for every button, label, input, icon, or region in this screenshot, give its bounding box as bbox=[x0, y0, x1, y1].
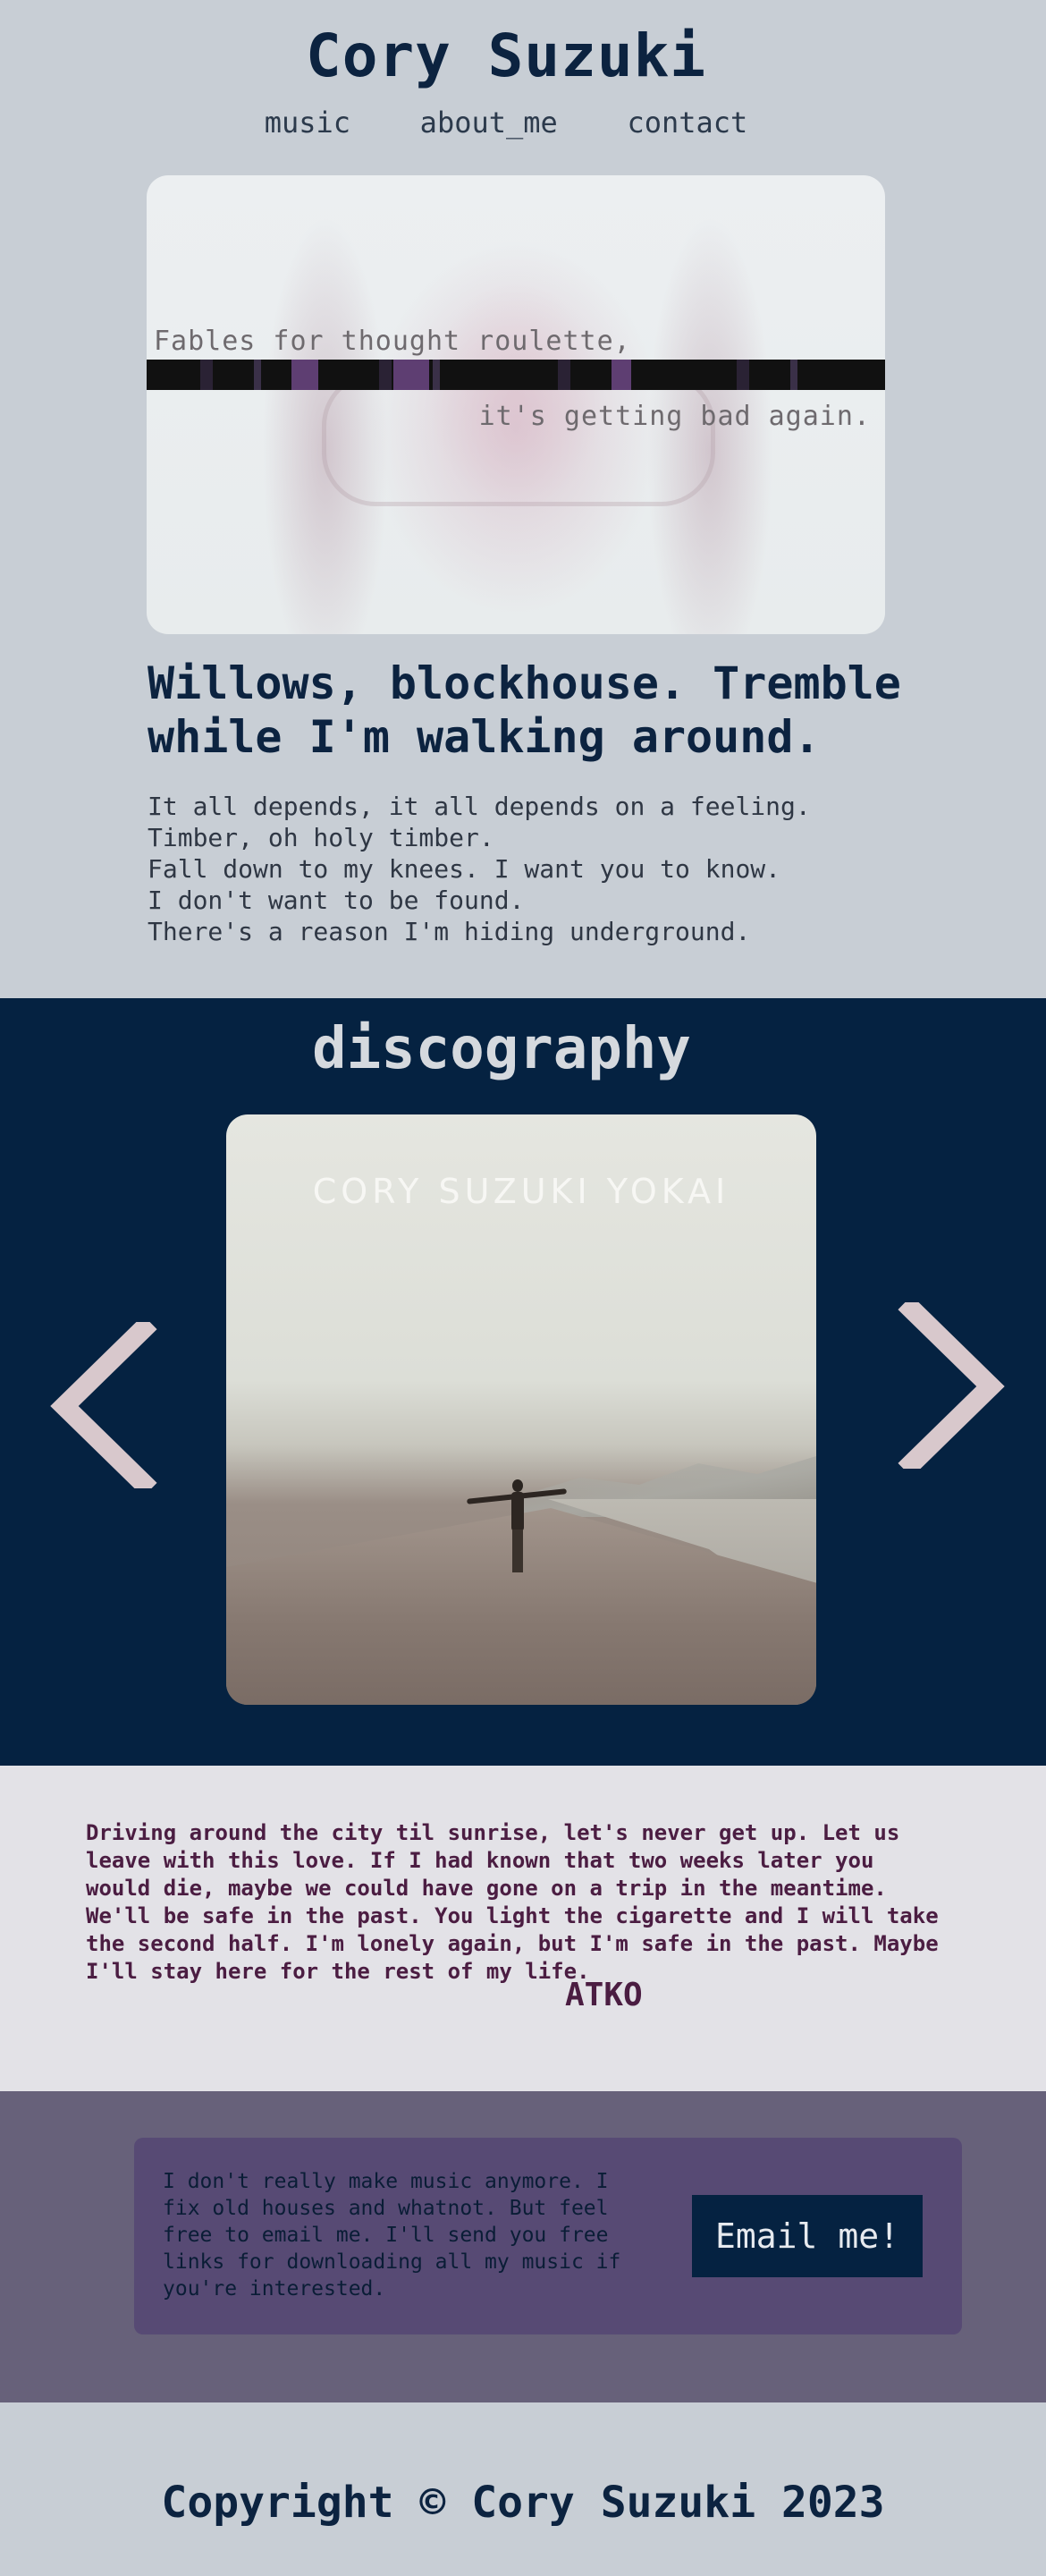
contact-card: I don't really make music anymore. I fix… bbox=[134, 2138, 962, 2334]
contact-text: I don't really make music anymore. I fix… bbox=[163, 2170, 621, 2301]
main-nav: music about_me contact bbox=[0, 106, 1012, 140]
email-button[interactable]: Email me! bbox=[692, 2195, 923, 2277]
album-figure bbox=[466, 1479, 568, 1587]
hero-section: Cory Suzuki music about_me contact Fable… bbox=[0, 0, 1046, 998]
hero-heading: Willows, blockhouse. Tremble while I'm w… bbox=[148, 657, 901, 763]
hero-image-caption-2: it's getting bad again. bbox=[478, 401, 871, 432]
lyric-line: Timber, oh holy timber. bbox=[148, 823, 494, 852]
chevron-left-icon[interactable] bbox=[50, 1322, 157, 1488]
site-title[interactable]: Cory Suzuki bbox=[0, 21, 1012, 90]
footer: Copyright © Cory Suzuki 2023 bbox=[0, 2402, 1046, 2576]
lyric-line: It all depends, it all depends on a feel… bbox=[148, 792, 811, 821]
copyright-text: Copyright © Cory Suzuki 2023 bbox=[161, 2478, 885, 2528]
lyric-line: Fall down to my knees. I want you to kno… bbox=[148, 854, 781, 884]
lyrics-block: It all depends, it all depends on a feel… bbox=[148, 791, 916, 947]
nav-item-music[interactable]: music bbox=[265, 106, 350, 140]
hero-portrait-image: Fables for thought roulette, it's gettin… bbox=[147, 175, 885, 634]
contact-section: I don't really make music anymore. I fix… bbox=[0, 2091, 1046, 2402]
quote-author: ATKO bbox=[565, 1977, 643, 2013]
glitch-bar bbox=[147, 360, 885, 390]
portrait-glasses bbox=[322, 372, 715, 506]
chevron-right-icon[interactable] bbox=[898, 1302, 1005, 1469]
lyric-line: I don't want to be found. bbox=[148, 886, 525, 915]
album-cover[interactable]: CORY SUZUKI YOKAI bbox=[226, 1114, 816, 1705]
nav-item-about-me[interactable]: about_me bbox=[420, 106, 558, 140]
lyric-line: There's a reason I'm hiding underground. bbox=[148, 917, 751, 946]
hero-image-caption-1: Fables for thought roulette, bbox=[154, 326, 631, 357]
quote-section: Driving around the city til sunrise, let… bbox=[0, 1766, 1046, 2091]
nav-item-contact[interactable]: contact bbox=[627, 106, 747, 140]
discography-title: discography bbox=[312, 1016, 691, 1082]
album-title: CORY SUZUKI YOKAI bbox=[312, 1172, 730, 1211]
quote-text: Driving around the city til sunrise, let… bbox=[86, 1820, 939, 1984]
